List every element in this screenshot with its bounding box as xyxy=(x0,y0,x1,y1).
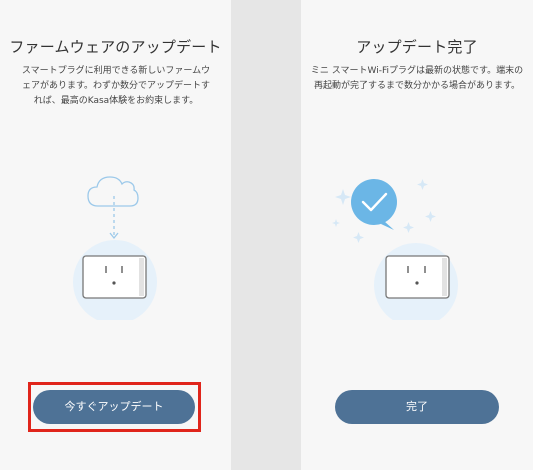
smart-plug-icon xyxy=(385,255,450,299)
highlight-box xyxy=(28,382,201,432)
firmware-update-description: スマートプラグに利用できる新しいファームウェアがあります。わずか数分でアップデー… xyxy=(21,66,211,106)
complete-illustration xyxy=(332,179,458,320)
update-complete-panel: アップデート完了 ミニ スマートWi-Fiプラグは最新の状態です。端末の再起動が… xyxy=(301,0,533,470)
done-button[interactable]: 完了 xyxy=(335,390,499,424)
firmware-update-title: ファームウェアのアップデート xyxy=(9,38,222,56)
update-complete-title: アップデート完了 xyxy=(356,38,478,56)
update-complete-description: ミニ スマートWi-Fiプラグは最新の状態です。端末の再起動が完了するまで数分か… xyxy=(310,66,524,91)
checkmark-bubble-icon xyxy=(351,179,397,230)
cloud-download-icon xyxy=(87,176,139,240)
firmware-illustration xyxy=(73,176,157,320)
smart-plug-icon xyxy=(82,255,147,299)
